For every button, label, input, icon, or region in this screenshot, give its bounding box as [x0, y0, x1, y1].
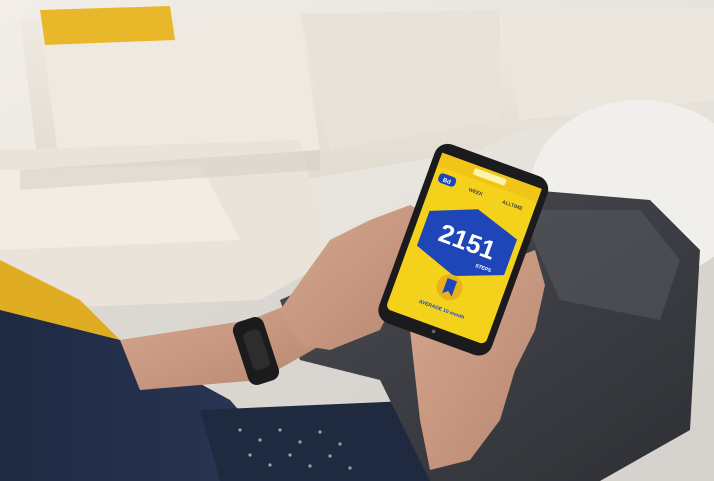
photo-scene: Bd WEEK ALLTIME 2151 STEPS AVERAGE 10 mo…: [0, 0, 714, 481]
cushion-top: [40, 6, 175, 45]
